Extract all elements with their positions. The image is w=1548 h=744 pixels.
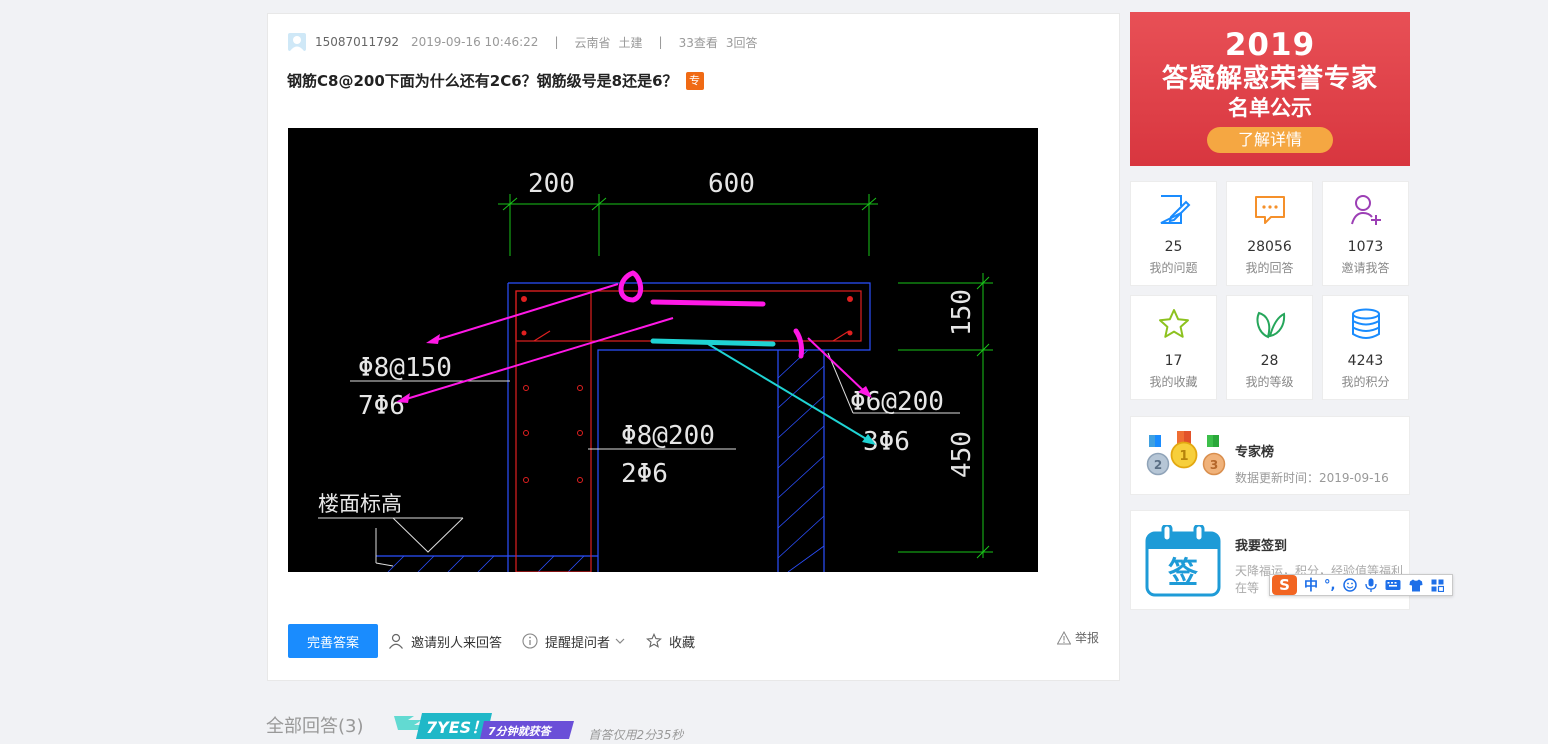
user-name[interactable]: 15087011792 [315,35,399,49]
question-image[interactable]: 200 600 150 450 Φ8@150 7Φ6 Φ8@200 2Φ6 Φ6… [288,128,1038,572]
dim-450: 450 [947,431,977,478]
banner-learn-more-button[interactable]: 了解详情 [1207,127,1333,153]
expert-ranking-card[interactable]: 2 1 3 专家榜 数据更新时间：2019-09-16 [1130,416,1410,495]
favorite-label: 收藏 [669,635,696,651]
question-title-text: 钢筋C8@200下面为什么还有2C6？钢筋级号是8还是6？ [287,72,678,90]
ime-punctuation-mode[interactable]: °, [1324,578,1335,593]
label-phi8-200: Φ8@200 [621,421,715,451]
favorite-link[interactable]: 收藏 [646,632,695,651]
label-floor-elevation: 楼面标高 [318,492,402,516]
question-card: 15087011792 2019-09-16 10:46:22 | 云南省 土建… [267,13,1120,681]
question-datetime: 2019-09-16 10:46:22 [410,35,539,49]
stat-value: 25 [1164,239,1183,255]
medal-silver-number: 2 [1154,458,1162,472]
stat-invited-me[interactable]: 1073 邀请我答 [1322,181,1409,286]
fast-answer-badge-big: 7YES！ [426,718,487,737]
star-icon [1156,306,1192,342]
question-meta: 15087011792 2019-09-16 10:46:22 | 云南省 土建… [288,33,757,51]
label-7phi6: 7Φ6 [358,391,405,421]
checkin-title: 我要签到 [1235,539,1288,554]
question-actions: 完善答案 邀请别人来回答 提醒提问者 收藏 [288,624,705,658]
dim-200: 200 [528,169,575,199]
answer-count: 3回答 [725,35,758,50]
edit-question-icon [1156,192,1192,228]
stat-value: 4243 [1347,353,1384,369]
question-location: 云南省 [574,35,611,50]
invite-user-icon [1348,192,1384,228]
label-phi8-150: Φ8@150 [358,353,452,383]
chat-bubble-icon [1252,192,1288,228]
stat-label: 我的收藏 [1149,375,1198,389]
dim-600: 600 [708,169,755,199]
remind-asker-dropdown[interactable]: 提醒提问者 [522,632,626,651]
complete-answer-button[interactable]: 完善答案 [288,624,378,658]
answers-header: 全部回答(3) 7YES！ 7分钟就获答 首答仅用2分35秒 [266,712,683,744]
remind-asker-label: 提醒提问者 [545,635,611,651]
medal-bronze-number: 3 [1210,458,1218,472]
invite-answer-label: 邀请别人来回答 [411,635,503,651]
stat-label: 我的回答 [1245,261,1294,275]
user-icon [389,633,403,649]
stat-my-favorites[interactable]: 17 我的收藏 [1130,295,1217,400]
info-circle-icon [522,633,538,649]
star-outline-icon [646,633,662,648]
first-answer-note: 首答仅用2分35秒 [588,728,684,742]
label-2phi6: 2Φ6 [621,459,668,489]
emoji-icon[interactable] [1343,578,1358,592]
stat-label: 我的积分 [1341,375,1390,389]
calendar-checkin-icon: 签 [1145,525,1221,597]
question-title: 钢筋C8@200下面为什么还有2C6？钢筋级号是8还是6？ 专 [287,70,704,91]
view-count: 33查看 [678,35,718,50]
stat-my-points[interactable]: 4243 我的积分 [1322,295,1409,400]
stat-value: 28056 [1247,239,1292,255]
stat-label: 邀请我答 [1341,261,1390,275]
banner-headline: 答疑解惑荣誉专家 [1161,64,1378,94]
dim-150: 150 [947,289,977,336]
stat-label: 我的问题 [1149,261,1198,275]
separator: | [658,35,663,49]
expert-badge: 专 [685,71,704,90]
skin-shirt-icon[interactable] [1409,579,1423,592]
answers-title: 全部回答(3) [266,716,364,737]
report-link[interactable]: 举报 [1056,629,1099,646]
coin-stack-icon [1348,306,1384,342]
ime-chinese-mode[interactable]: 中 [1304,575,1318,595]
stat-value: 28 [1260,353,1279,369]
report-label: 举报 [1074,631,1099,645]
question-category: 土建 [618,35,643,50]
stat-my-level[interactable]: 28 我的等级 [1226,295,1313,400]
honor-expert-banner[interactable]: 2019 答疑解惑荣誉专家 名单公示 了解详情 [1130,12,1410,166]
fast-answer-badge: 7YES！ 7分钟就获答 [393,712,579,742]
sogou-logo-icon[interactable]: S [1272,575,1297,595]
banner-year: 2019 [1224,27,1316,63]
fast-answer-badge-small: 7分钟就获答 [488,725,553,738]
toolbox-grid-icon[interactable] [1431,579,1445,592]
checkin-icon-text: 签 [1168,556,1198,591]
stat-my-questions[interactable]: 25 我的问题 [1130,181,1217,286]
stat-my-answers[interactable]: 28056 我的回答 [1226,181,1313,286]
leaf-icon [1252,306,1288,342]
warning-triangle-icon [1056,630,1071,644]
chevron-down-icon [615,638,625,644]
stat-value: 17 [1164,353,1183,369]
medal-gold-number: 1 [1179,449,1188,464]
banner-subheadline: 名单公示 [1228,96,1312,120]
medals-icon: 2 1 3 [1146,431,1226,476]
user-avatar-icon[interactable] [288,33,306,51]
microphone-icon[interactable] [1365,578,1378,592]
expert-ranking-title: 专家榜 [1235,445,1275,460]
stat-label: 我的等级 [1245,375,1294,389]
stat-value: 1073 [1347,239,1384,255]
separator: | [554,35,559,49]
ime-toolbar[interactable]: S 中 °, [1269,574,1453,596]
invite-answer-link[interactable]: 邀请别人来回答 [388,632,502,651]
keyboard-icon[interactable] [1385,579,1401,591]
expert-ranking-updated: 数据更新时间：2019-09-16 [1235,471,1389,485]
